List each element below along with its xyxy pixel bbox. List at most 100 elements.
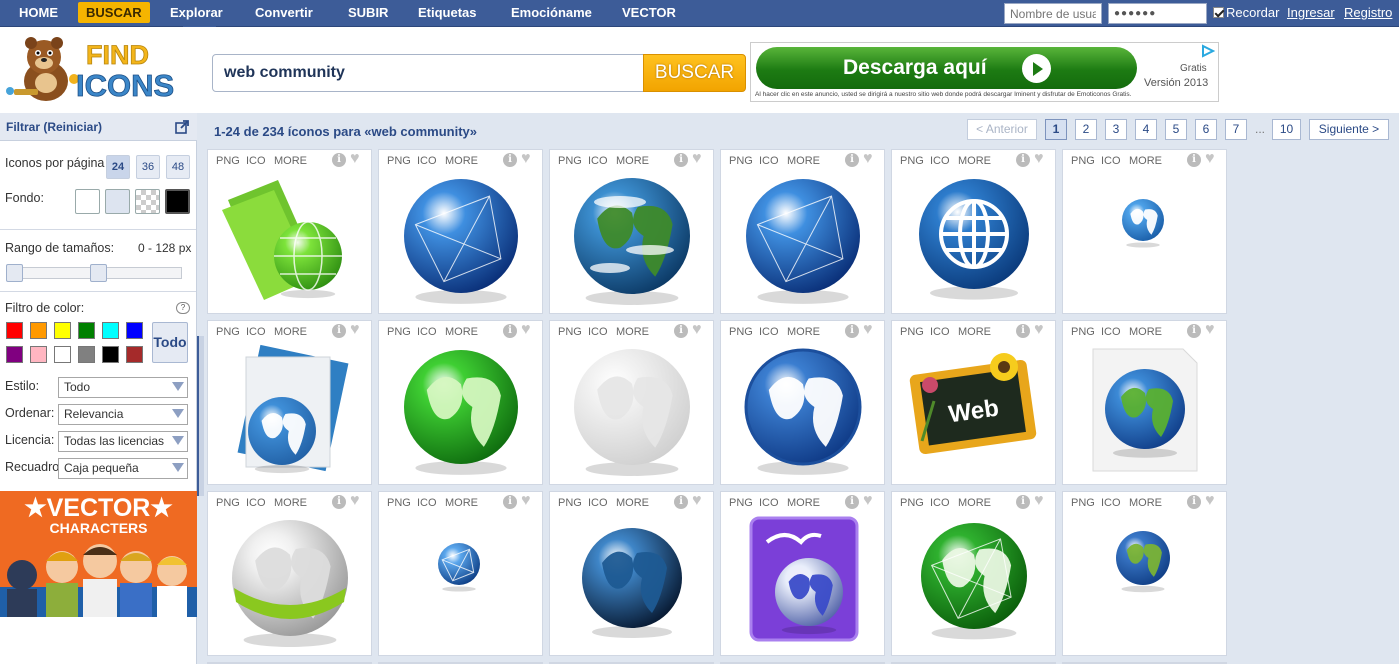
icon-result-card[interactable]: PNG ICO MORE i ♥ [207, 320, 372, 485]
background-black-swatch[interactable] [165, 189, 190, 214]
download-ad-banner[interactable]: Descarga aquí Gratis Versión 2013 Al hac… [750, 42, 1219, 102]
page-10[interactable]: 10 [1272, 119, 1301, 140]
folder-globe-icon[interactable] [208, 150, 373, 315]
page-3[interactable]: 3 [1105, 119, 1127, 140]
small-blue-green-globe-icon[interactable] [1063, 492, 1228, 657]
ico-download-link[interactable]: ICO [588, 497, 608, 509]
blue-network-globe-icon[interactable] [721, 150, 886, 315]
info-icon[interactable]: i [845, 495, 859, 509]
ico-download-link[interactable]: ICO [588, 326, 608, 338]
info-icon[interactable]: i [503, 495, 517, 509]
icon-result-card[interactable]: PNG ICO MORE i ♥ [1062, 320, 1227, 485]
info-icon[interactable]: i [845, 153, 859, 167]
blue-www-globe-icon[interactable] [892, 150, 1057, 315]
more-formats-link[interactable]: MORE [787, 155, 820, 167]
more-formats-link[interactable]: MORE [274, 497, 307, 509]
info-icon[interactable]: i [1187, 324, 1201, 338]
nav-home[interactable]: HOME [19, 0, 58, 26]
png-download-link[interactable]: PNG [387, 326, 411, 338]
png-download-link[interactable]: PNG [558, 155, 582, 167]
info-icon[interactable]: i [503, 324, 517, 338]
more-formats-link[interactable]: MORE [1129, 155, 1162, 167]
heart-icon[interactable]: ♥ [1205, 151, 1215, 167]
color-swatch[interactable] [102, 322, 119, 339]
ico-download-link[interactable]: ICO [759, 326, 779, 338]
earth-document-icon[interactable] [1063, 321, 1228, 486]
nav-etiquetas[interactable]: Etiquetas [418, 0, 477, 26]
png-download-link[interactable]: PNG [216, 326, 240, 338]
page-7[interactable]: 7 [1225, 119, 1247, 140]
color-swatch[interactable] [30, 322, 47, 339]
icon-result-card[interactable]: PNG ICO MORE i ♥ [720, 149, 885, 314]
png-download-link[interactable]: PNG [729, 326, 753, 338]
filter-header[interactable]: Filtrar (Reiniciar) [0, 113, 197, 141]
pagination-next[interactable]: Siguiente > [1309, 119, 1389, 140]
heart-icon[interactable]: ♥ [692, 322, 702, 338]
nav-explorar[interactable]: Explorar [170, 0, 223, 26]
ico-download-link[interactable]: ICO [588, 155, 608, 167]
color-swatch[interactable] [78, 346, 95, 363]
size-slider-max-handle[interactable] [90, 264, 107, 282]
color-swatch[interactable] [126, 346, 143, 363]
findicons-logo[interactable]: FIND ICONS [4, 31, 188, 107]
png-download-link[interactable]: PNG [558, 497, 582, 509]
more-formats-link[interactable]: MORE [616, 497, 649, 509]
ico-download-link[interactable]: ICO [930, 326, 950, 338]
png-download-link[interactable]: PNG [216, 497, 240, 509]
color-swatch[interactable] [102, 346, 119, 363]
more-formats-link[interactable]: MORE [787, 497, 820, 509]
pagination-prev[interactable]: < Anterior [967, 119, 1037, 140]
heart-icon[interactable]: ♥ [692, 151, 702, 167]
purple-openoffice-globe-icon[interactable] [721, 492, 886, 657]
vector-characters-ad[interactable]: ★VECTOR★ CHARACTERS [0, 491, 197, 617]
password-input[interactable] [1108, 3, 1207, 24]
background-blue-swatch[interactable] [105, 189, 130, 214]
nav-subir[interactable]: SUBIR [348, 0, 388, 26]
png-download-link[interactable]: PNG [900, 326, 924, 338]
icon-result-card[interactable]: PNG ICO MORE i ♥ [207, 491, 372, 656]
nav-emocioname[interactable]: Emocióname [511, 0, 592, 26]
page-1[interactable]: 1 [1045, 119, 1067, 140]
heart-icon[interactable]: ♥ [521, 322, 531, 338]
icon-result-card[interactable]: PNG ICO MORE i ♥ [207, 149, 372, 314]
heart-icon[interactable]: ♥ [1205, 493, 1215, 509]
dark-blue-globe-icon[interactable] [550, 492, 715, 657]
heart-icon[interactable]: ♥ [692, 493, 702, 509]
color-swatch[interactable] [6, 346, 23, 363]
page-2[interactable]: 2 [1075, 119, 1097, 140]
license-select[interactable]: Todas las licencias [58, 431, 188, 452]
icon-result-card[interactable]: PNG ICO MORE i ♥ [378, 320, 543, 485]
document-globe-icon[interactable] [208, 321, 373, 486]
size-slider-min-handle[interactable] [6, 264, 23, 282]
heart-icon[interactable]: ♥ [350, 151, 360, 167]
more-formats-link[interactable]: MORE [1129, 497, 1162, 509]
heart-icon[interactable]: ♥ [863, 322, 873, 338]
color-swatch[interactable] [30, 346, 47, 363]
png-download-link[interactable]: PNG [900, 497, 924, 509]
icon-result-card[interactable]: PNG ICO MORE i ♥ [1062, 149, 1227, 314]
icon-result-card[interactable]: PNG ICO MORE i ♥ [720, 320, 885, 485]
nav-convertir[interactable]: Convertir [255, 0, 313, 26]
info-icon[interactable]: i [1016, 153, 1030, 167]
background-transparent-swatch[interactable] [135, 189, 160, 214]
ico-download-link[interactable]: ICO [930, 497, 950, 509]
more-formats-link[interactable]: MORE [274, 155, 307, 167]
ico-download-link[interactable]: ICO [417, 497, 437, 509]
color-swatch[interactable] [54, 322, 71, 339]
heart-icon[interactable]: ♥ [1205, 322, 1215, 338]
info-icon[interactable]: i [1187, 153, 1201, 167]
png-download-link[interactable]: PNG [558, 326, 582, 338]
green-globe-icon[interactable] [379, 321, 544, 486]
web-chalkboard-icon[interactable]: Web [892, 321, 1057, 486]
info-icon[interactable]: i [845, 324, 859, 338]
icon-result-card[interactable]: PNG ICO MORE i ♥ [549, 149, 714, 314]
png-download-link[interactable]: PNG [900, 155, 924, 167]
page-4[interactable]: 4 [1135, 119, 1157, 140]
png-download-link[interactable]: PNG [729, 497, 753, 509]
search-button[interactable]: BUSCAR [643, 54, 746, 92]
more-formats-link[interactable]: MORE [616, 155, 649, 167]
per-page-24-button[interactable]: 24 [106, 155, 130, 179]
info-icon[interactable]: i [1016, 324, 1030, 338]
ad-download-button[interactable]: Descarga aquí [756, 47, 1137, 89]
adchoices-icon[interactable] [1199, 44, 1215, 58]
